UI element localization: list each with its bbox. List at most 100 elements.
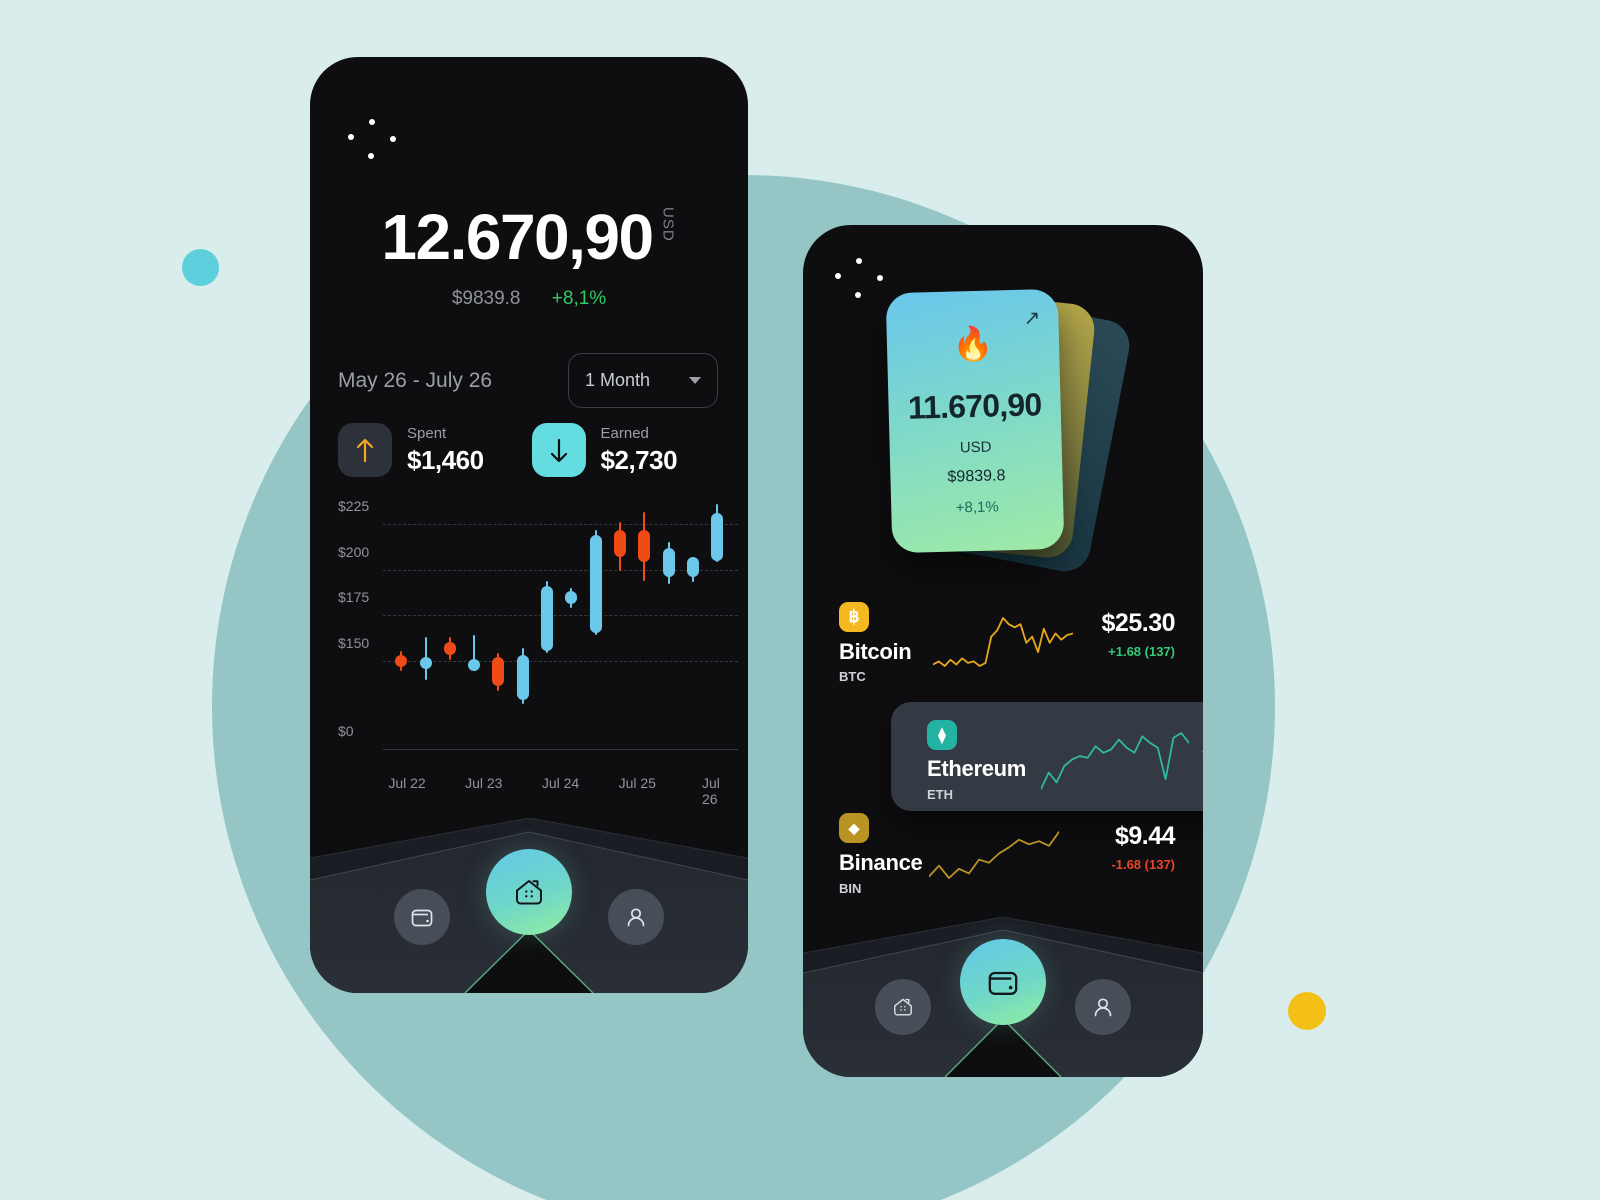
chart-y-tick-label: $225	[338, 498, 370, 515]
chart-plot-area	[383, 497, 738, 752]
date-range-row: May 26 - July 26 1 Month	[338, 353, 718, 408]
nav-item-wallet[interactable]	[960, 939, 1046, 1025]
stat-spent-value: $1,460	[407, 444, 484, 475]
candlestick-body	[468, 658, 481, 671]
coin-name: Binance	[839, 850, 923, 875]
candlestick-body	[638, 529, 651, 563]
candlestick-body	[711, 513, 724, 561]
balance-header: 12.670,90 USD $9839.8 +8,1%	[310, 205, 748, 310]
stat-earned-value: $2,730	[600, 444, 678, 475]
chart-x-tick-label: Jul 26	[702, 775, 720, 807]
list-item-ethereum[interactable]: ⧫ Ethereum ETH $13.410 +1.68 (137)	[891, 702, 1203, 811]
candlestick-body	[589, 535, 602, 634]
coin-change: +1.68 (137)	[1108, 644, 1175, 659]
coin-price: $13.410	[1129, 734, 1203, 763]
phone-screen-dashboard: 12.670,90 USD $9839.8 +8,1% May 26 - Jul…	[310, 57, 748, 993]
chart-y-tick-label: $0	[338, 723, 354, 739]
candlestick	[611, 497, 629, 752]
stat-spent[interactable]: Spent $1,460	[338, 423, 484, 477]
candlestick	[417, 497, 435, 752]
person-icon	[1094, 998, 1112, 1017]
candlestick	[392, 497, 410, 752]
balance-change: +8,1%	[551, 288, 607, 309]
stat-earned[interactable]: Earned $2,730	[531, 423, 678, 477]
fire-emoji: 🔥	[951, 324, 994, 363]
stat-spent-label: Spent	[407, 424, 447, 442]
coin-change: +1.68 (137)	[1129, 770, 1203, 785]
home-icon	[894, 998, 912, 1016]
candlestick	[514, 497, 532, 752]
candlestick-body	[687, 556, 700, 577]
nav-item-wallet[interactable]	[394, 889, 450, 945]
sensor-dots-decoration	[348, 119, 396, 161]
card-change: +8,1%	[955, 498, 999, 517]
arrow-up-right-icon[interactable]: ↗	[1023, 305, 1040, 330]
candlestick-body	[492, 656, 505, 686]
card-front-balance[interactable]: ↗ 🔥 11.670,90 USD $9839.8 +8,1%	[885, 288, 1065, 554]
candlestick-body	[565, 591, 578, 605]
arrow-down-icon	[531, 423, 586, 477]
candlestick-body	[541, 586, 554, 652]
period-select[interactable]: 1 Month	[568, 353, 718, 408]
background-dot-cyan	[182, 249, 219, 286]
balance-card-stack: ↗ 🔥 11.670,90 USD $9839.8 +8,1%	[861, 283, 1146, 576]
coin-change: -1.68 (137)	[1111, 857, 1175, 872]
bottom-navigation-wallet	[803, 917, 1203, 1077]
bottom-navigation-dashboard	[310, 818, 748, 993]
nav-item-profile[interactable]	[608, 889, 664, 945]
chevron-down-icon	[689, 377, 701, 384]
wallet-icon	[988, 971, 1018, 995]
candlestick-body	[516, 655, 529, 701]
nav-item-home[interactable]	[875, 979, 931, 1035]
chart-x-tick-label: Jul 25	[618, 775, 656, 791]
ethereum-glyph: ⧫	[938, 727, 946, 744]
chart-x-tick-label: Jul 24	[541, 775, 580, 791]
candlestick	[562, 497, 580, 752]
candlestick	[489, 497, 507, 752]
date-range-label: May 26 - July 26	[338, 368, 493, 392]
bitcoin-icon: ฿	[839, 602, 869, 632]
chart-x-tick-label: Jul 23	[465, 775, 503, 791]
person-icon	[627, 908, 645, 927]
candlestick	[660, 497, 678, 752]
candlestick	[635, 497, 653, 752]
background-dot-yellow	[1288, 992, 1326, 1030]
candlestick-chart: $225 $200 $175 $150 $0 Jul 22 Jul 23 Jul 24 Jul…	[338, 497, 738, 807]
coin-ticker: BTC	[839, 669, 866, 684]
card-amount: 11.670,90	[907, 386, 1042, 426]
candlestick-body	[419, 656, 432, 669]
candlestick-body	[614, 529, 627, 557]
phone-screen-wallet: ↗ 🔥 11.670,90 USD $9839.8 +8,1% ฿ Bitcoi…	[803, 225, 1203, 1077]
binance-glyph: ◆	[848, 819, 860, 836]
candlestick	[587, 497, 605, 752]
balance-amount: 12.670,90	[381, 201, 654, 273]
chart-y-tick-label: $150	[338, 634, 370, 651]
candlestick	[441, 497, 459, 752]
stat-earned-label: Earned	[600, 424, 649, 442]
arrow-up-icon	[338, 423, 392, 477]
coin-name: Bitcoin	[839, 639, 912, 664]
coin-ticker: BIN	[839, 881, 862, 896]
nav-item-home[interactable]	[486, 849, 572, 935]
ethereum-icon: ⧫	[927, 720, 957, 750]
binance-icon: ◆	[839, 813, 869, 843]
card-currency: USD	[959, 438, 992, 457]
coin-price: $25.30	[1101, 609, 1176, 637]
stats-row: Spent $1,460 Earned $2,730	[338, 423, 678, 477]
home-icon	[516, 880, 542, 905]
wallet-icon	[411, 909, 433, 927]
nav-item-profile[interactable]	[1075, 979, 1131, 1035]
balance-fiat: $9839.8	[451, 288, 521, 309]
balance-currency: USD	[659, 207, 677, 242]
bitcoin-glyph: ฿	[848, 607, 860, 626]
candlestick-body	[395, 655, 408, 668]
chart-y-tick-label: $175	[338, 589, 370, 606]
list-item-binance[interactable]: ◆ Binance BIN $9.44 -1.68 (137)	[803, 797, 1203, 896]
coin-name: Ethereum	[927, 756, 1027, 781]
card-fiat: $9839.8	[947, 467, 1006, 486]
coin-price: $9.44	[1114, 822, 1176, 850]
candlestick	[684, 497, 702, 752]
candlestick	[538, 497, 556, 752]
list-item-bitcoin[interactable]: ฿ Bitcoin BTC $25.30 +1.68 (137)	[803, 587, 1203, 684]
candlestick	[708, 497, 726, 752]
